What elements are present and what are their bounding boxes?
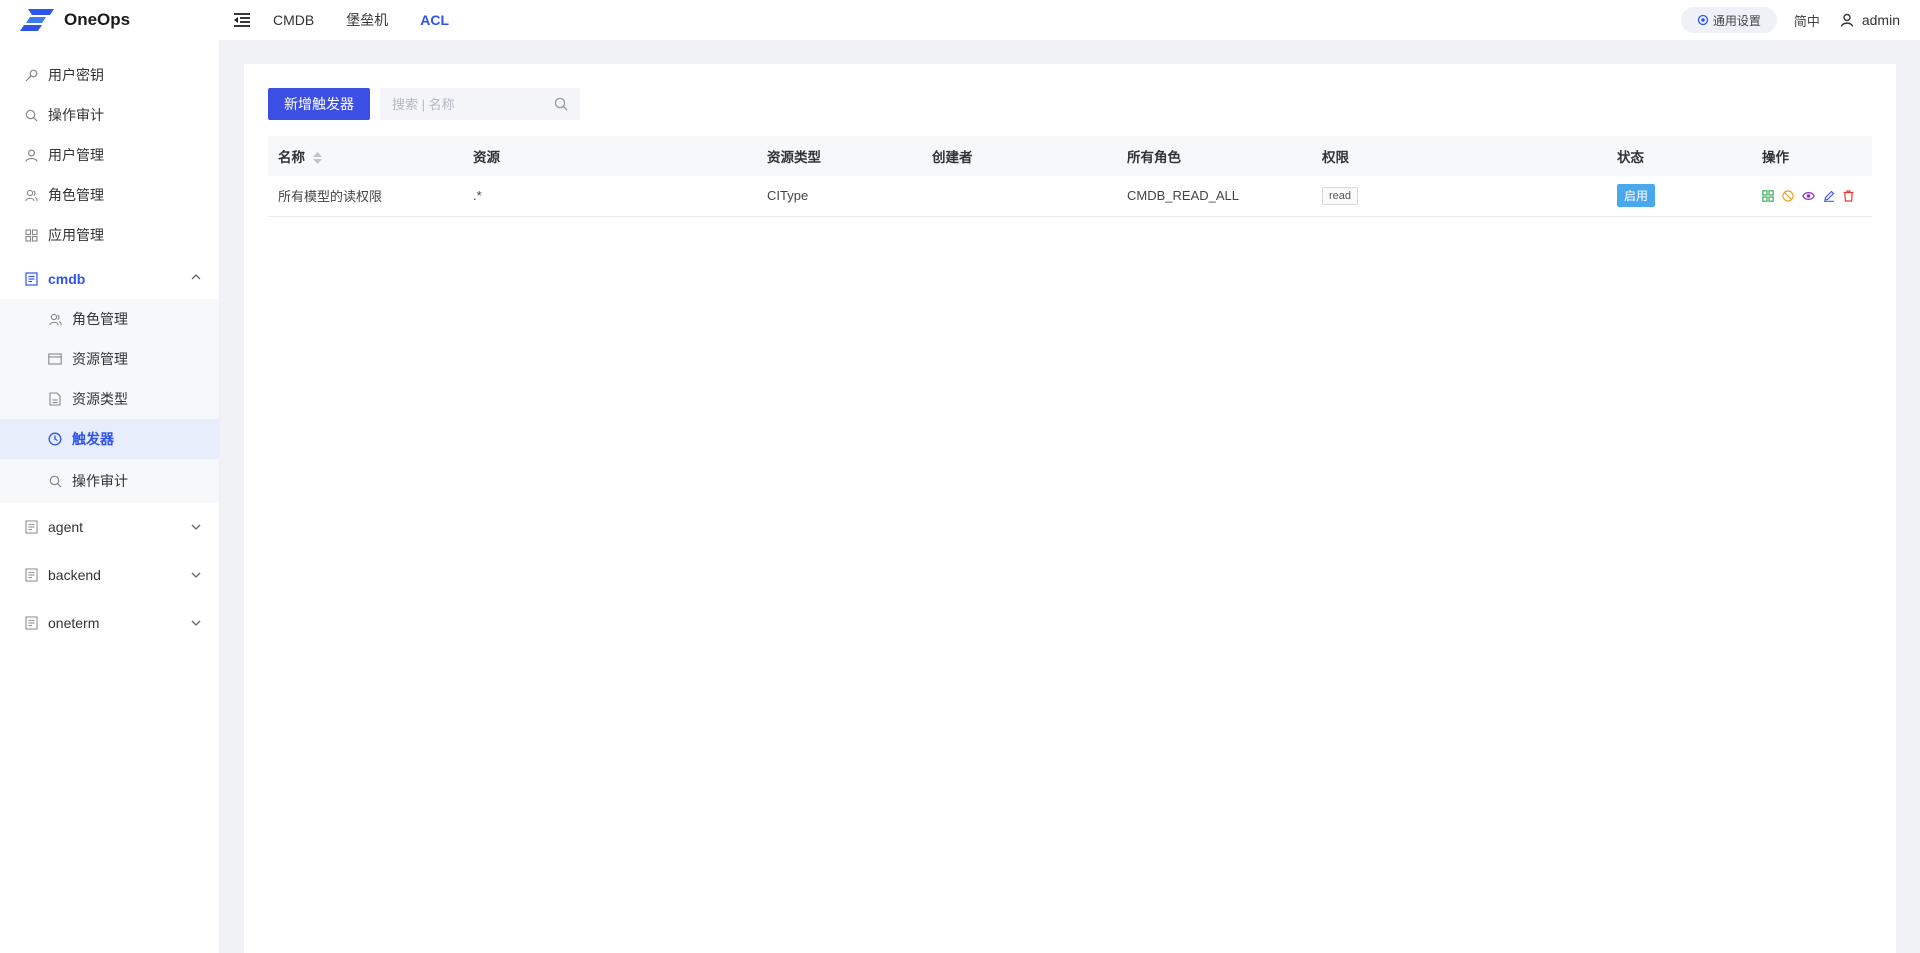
cmdb-submenu: 角色管理 资源管理 资源类型 触发器 操作审计 bbox=[0, 299, 219, 503]
file-icon bbox=[48, 392, 62, 406]
sidebar-item-label: 用户管理 bbox=[48, 147, 104, 163]
cell-permission: read bbox=[1312, 176, 1607, 217]
column-header-creator: 创建者 bbox=[922, 136, 1117, 176]
sidebar: 用户密钥 操作审计 用户管理 角色管理 应用管理 cmdb 角色管理 资源管理 … bbox=[0, 40, 220, 953]
add-trigger-button[interactable]: 新增触发器 bbox=[268, 88, 370, 120]
general-settings-label: 通用设置 bbox=[1712, 13, 1761, 28]
menu-fold-icon[interactable] bbox=[229, 8, 255, 32]
sidebar-item-label: 资源管理 bbox=[72, 351, 128, 367]
sidebar-item-label: 触发器 bbox=[72, 431, 114, 447]
language-switch[interactable]: 简中 bbox=[1794, 11, 1820, 30]
column-header-status: 状态 bbox=[1607, 136, 1752, 176]
chevron-down-icon bbox=[191, 524, 201, 530]
column-header-resource: 资源 bbox=[463, 136, 757, 176]
app-logo[interactable]: OneOps bbox=[0, 0, 220, 40]
column-header-roles: 所有角色 bbox=[1117, 136, 1312, 176]
topnav-acl[interactable]: ACL bbox=[420, 12, 449, 28]
sidebar-item-label: 操作审计 bbox=[48, 107, 104, 123]
chevron-down-icon bbox=[191, 572, 201, 578]
search-box bbox=[380, 88, 580, 120]
sidebar-item-label: 用户密钥 bbox=[48, 67, 104, 83]
app-name: OneOps bbox=[64, 10, 131, 29]
sidebar-group-label: backend bbox=[48, 567, 101, 583]
sidebar-group-backend[interactable]: backend bbox=[0, 551, 219, 599]
cell-name: 所有模型的读权限 bbox=[268, 176, 463, 217]
trigger-table: 名称 资源 资源类型 创建者 所有角色 权限 状态 操作 所有模型的读权限 .*… bbox=[268, 136, 1872, 217]
search-icon[interactable] bbox=[554, 97, 568, 111]
grid-icon[interactable] bbox=[1762, 190, 1774, 202]
delete-icon[interactable] bbox=[1843, 190, 1854, 202]
key-icon bbox=[24, 68, 38, 82]
toolbar: 新增触发器 bbox=[268, 88, 580, 120]
column-header-actions: 操作 bbox=[1752, 136, 1872, 176]
card-icon bbox=[48, 352, 62, 366]
topnav-bastion[interactable]: 堡垒机 bbox=[346, 10, 388, 30]
sidebar-item-cmdb-resource-types[interactable]: 资源类型 bbox=[0, 379, 219, 419]
roles-icon bbox=[48, 312, 62, 326]
edit-icon[interactable] bbox=[1823, 190, 1835, 202]
permission-tag: read bbox=[1322, 186, 1359, 205]
cell-status: 启用 bbox=[1607, 176, 1752, 217]
cell-resource: .* bbox=[463, 176, 757, 217]
clock-icon bbox=[48, 432, 62, 446]
table-header-row: 名称 资源 资源类型 创建者 所有角色 权限 状态 操作 bbox=[268, 136, 1872, 176]
column-header-resource-type: 资源类型 bbox=[757, 136, 922, 176]
user-name: admin bbox=[1861, 12, 1900, 28]
search-input[interactable] bbox=[380, 88, 580, 120]
user-menu[interactable]: admin bbox=[1840, 12, 1900, 28]
topnav-cmdb[interactable]: CMDB bbox=[273, 12, 314, 28]
sidebar-item-roles[interactable]: 角色管理 bbox=[0, 175, 219, 215]
search-icon bbox=[24, 108, 38, 122]
sidebar-group-label: cmdb bbox=[48, 271, 86, 287]
column-header-permission: 权限 bbox=[1312, 136, 1607, 176]
sidebar-group-label: oneterm bbox=[48, 615, 100, 631]
sidebar-item-cmdb-roles[interactable]: 角色管理 bbox=[0, 299, 219, 339]
general-settings-button[interactable]: 通用设置 bbox=[1680, 7, 1777, 33]
table-row: 所有模型的读权限 .* CIType CMDB_READ_ALL read 启用 bbox=[268, 176, 1872, 217]
sort-icon[interactable] bbox=[312, 152, 322, 165]
sidebar-item-label: 角色管理 bbox=[48, 187, 104, 203]
chevron-up-icon bbox=[191, 274, 201, 280]
cell-actions bbox=[1752, 176, 1872, 217]
doc-list-icon bbox=[24, 520, 38, 534]
view-icon[interactable] bbox=[1802, 190, 1815, 202]
sidebar-item-audit[interactable]: 操作审计 bbox=[0, 95, 219, 135]
sidebar-item-cmdb-triggers[interactable]: 触发器 bbox=[0, 419, 219, 459]
sidebar-group-agent[interactable]: agent bbox=[0, 503, 219, 551]
sidebar-item-label: 操作审计 bbox=[72, 473, 128, 489]
column-header-label: 名称 bbox=[278, 150, 305, 165]
content-panel: 新增触发器 名称 资源 资源类型 创建者 所有角色 权限 bbox=[244, 64, 1896, 953]
sidebar-group-oneterm[interactable]: oneterm bbox=[0, 599, 219, 647]
sidebar-group-label: agent bbox=[48, 519, 84, 535]
sidebar-group-cmdb[interactable]: cmdb bbox=[0, 259, 219, 299]
column-header-name[interactable]: 名称 bbox=[268, 136, 463, 176]
apps-icon bbox=[24, 228, 38, 242]
top-bar: OneOps CMDB 堡垒机 ACL 通用设置 简中 admin bbox=[0, 0, 1920, 40]
disable-icon[interactable] bbox=[1782, 190, 1794, 202]
settings-icon bbox=[1697, 14, 1708, 26]
sidebar-item-apps[interactable]: 应用管理 bbox=[0, 215, 219, 255]
oneops-logo-icon bbox=[20, 9, 54, 31]
search-icon bbox=[48, 474, 62, 488]
user-icon bbox=[1840, 13, 1854, 27]
sidebar-item-cmdb-resources[interactable]: 资源管理 bbox=[0, 339, 219, 379]
doc-list-icon bbox=[24, 616, 38, 630]
cell-roles: CMDB_READ_ALL bbox=[1117, 176, 1312, 217]
cell-resource-type: CIType bbox=[757, 176, 922, 217]
status-badge: 启用 bbox=[1617, 184, 1656, 208]
roles-icon bbox=[24, 188, 38, 202]
sidebar-item-users[interactable]: 用户管理 bbox=[0, 135, 219, 175]
sidebar-item-label: 资源类型 bbox=[72, 391, 128, 407]
sidebar-item-user-keys[interactable]: 用户密钥 bbox=[0, 55, 219, 95]
doc-list-icon bbox=[24, 568, 38, 582]
user-icon bbox=[24, 148, 38, 162]
sidebar-item-cmdb-audit[interactable]: 操作审计 bbox=[0, 459, 219, 503]
chevron-down-icon bbox=[191, 620, 201, 626]
sidebar-item-label: 应用管理 bbox=[48, 227, 104, 243]
top-right: 通用设置 简中 admin bbox=[1680, 7, 1920, 33]
sidebar-item-label: 角色管理 bbox=[72, 311, 128, 327]
doc-list-icon bbox=[24, 272, 38, 286]
top-nav: CMDB 堡垒机 ACL bbox=[273, 10, 481, 30]
cell-creator bbox=[922, 176, 1117, 217]
